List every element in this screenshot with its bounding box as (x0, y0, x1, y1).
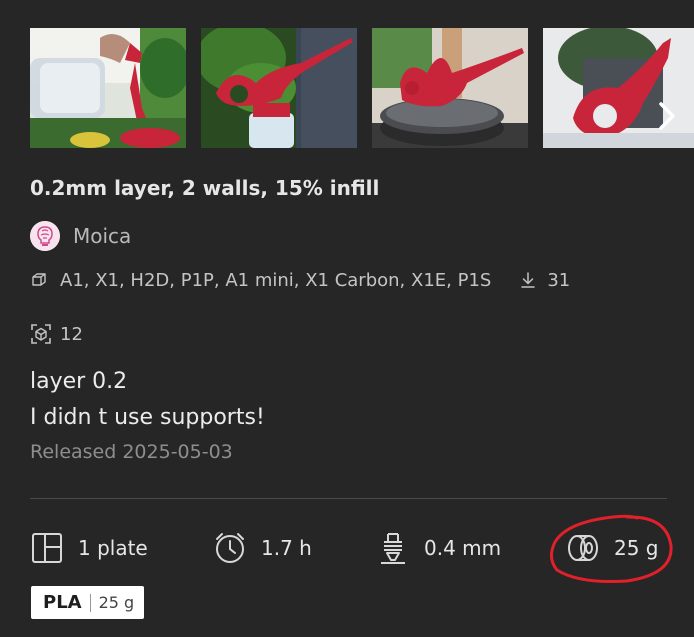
release-date: Released 2025-05-03 (30, 441, 233, 463)
description-line-1: layer 0.2 (30, 369, 128, 394)
description-line-2: I didn t use supports! (30, 405, 265, 430)
lightbulb-brain-avatar-icon (30, 221, 60, 251)
nozzle-size-stat: 0.4 mm (376, 530, 501, 566)
filament-spool-icon (568, 535, 598, 561)
plate-count-stat: 1 plate (30, 530, 148, 566)
author-name: Moica (73, 224, 132, 248)
filament-weight-stat: 25 g (566, 530, 659, 566)
boost-count: 12 (30, 320, 83, 348)
gallery-next-button[interactable] (652, 98, 682, 134)
filament-tag[interactable]: PLA 25 g (31, 586, 145, 619)
nozzle-icon (381, 533, 405, 564)
nozzle-size-label: 0.4 mm (424, 536, 502, 560)
compatible-printers-row: A1, X1, H2D, P1P, A1 mini, X1 Carbon, X1… (30, 266, 570, 294)
print-time-label: 1.7 h (261, 536, 312, 560)
print-time-stat: 1.7 h (213, 530, 312, 566)
chevron-right-icon (659, 102, 675, 130)
clock-icon (216, 533, 244, 563)
gallery-image-1[interactable] (30, 28, 186, 148)
author-link[interactable]: Moica (30, 221, 131, 251)
filament-tag-weight: 25 g (98, 593, 135, 612)
profile-title: 0.2mm layer, 2 walls, 15% infill (30, 176, 380, 200)
tag-separator (89, 593, 91, 612)
avatar (30, 221, 60, 251)
divider (30, 498, 667, 499)
image-gallery (30, 28, 694, 148)
plate-layout-icon (32, 533, 62, 563)
download-count: 31 (519, 270, 570, 291)
filament-material: PLA (43, 592, 82, 613)
download-icon (521, 272, 536, 288)
boost-count-value: 12 (60, 323, 83, 345)
printer-list: A1, X1, H2D, P1P, A1 mini, X1 Carbon, X1… (60, 269, 492, 291)
filament-weight-label: 25 g (614, 536, 659, 560)
description: layer 0.2 I didn t use supports! (30, 364, 265, 436)
scan-cube-icon (31, 324, 51, 344)
gallery-image-2[interactable] (201, 28, 357, 148)
download-count-value: 31 (547, 269, 571, 291)
printer-cube-icon (32, 273, 46, 286)
gallery-image-3[interactable] (372, 28, 528, 148)
plate-count-label: 1 plate (78, 536, 148, 560)
